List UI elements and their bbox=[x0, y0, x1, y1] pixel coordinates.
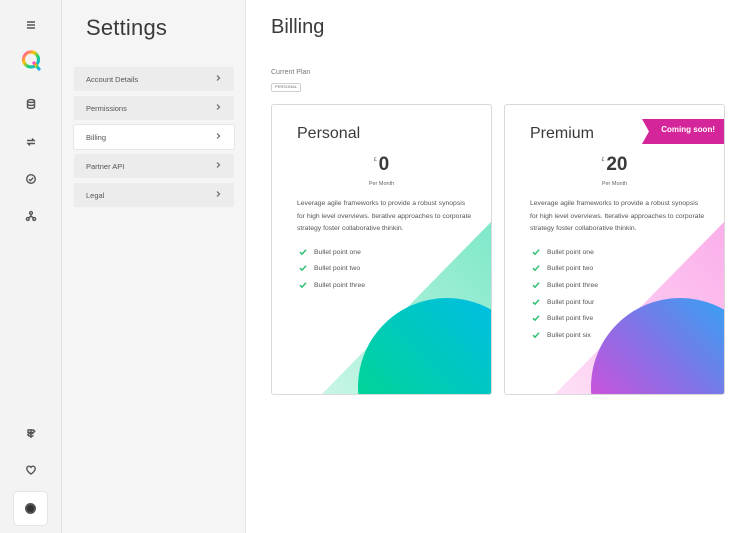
menu-item-legal[interactable]: Legal bbox=[74, 183, 234, 207]
bullet-text: Bullet point four bbox=[547, 298, 595, 306]
check-icon bbox=[299, 264, 308, 273]
list-item: Bullet point six bbox=[532, 327, 598, 344]
chevron-right-icon bbox=[214, 74, 222, 82]
plan-description: Leverage agile frameworks to provide a r… bbox=[530, 200, 705, 232]
menu-item-label: Partner API bbox=[86, 161, 125, 171]
currency-symbol: £ bbox=[601, 157, 605, 163]
plan-name: Personal bbox=[297, 125, 361, 142]
current-plan-label: Current Plan bbox=[271, 69, 311, 76]
list-item: Bullet point three bbox=[299, 277, 365, 294]
plan-description: Leverage agile frameworks to provide a r… bbox=[297, 200, 472, 232]
menu-item-billing[interactable]: Billing bbox=[74, 125, 234, 149]
check-icon bbox=[532, 264, 541, 273]
check-circle-icon[interactable] bbox=[21, 169, 41, 189]
plan-bullets: Bullet point one Bullet point two Bullet… bbox=[532, 244, 598, 344]
list-item: Bullet point one bbox=[532, 244, 598, 261]
list-item: Bullet point two bbox=[299, 261, 365, 278]
menu-item-label: Legal bbox=[86, 190, 105, 200]
bullet-text: Bullet point two bbox=[547, 265, 594, 273]
page-title: Billing bbox=[271, 16, 325, 38]
menu-item-label: Account Details bbox=[86, 74, 139, 84]
bullet-text: Bullet point one bbox=[314, 248, 361, 256]
check-icon bbox=[532, 248, 541, 257]
settings-panel: Settings Account Details Permissions Bil… bbox=[62, 0, 246, 533]
currency-symbol: £ bbox=[373, 157, 377, 163]
bullet-text: Bullet point five bbox=[547, 315, 594, 323]
chevron-right-icon bbox=[214, 103, 222, 111]
current-plan-badge: PERSONAL bbox=[271, 83, 302, 92]
check-icon bbox=[299, 281, 308, 290]
network-icon[interactable] bbox=[21, 206, 41, 226]
plan-card-personal[interactable]: Personal £0 Per Month Leverage agile fra… bbox=[271, 104, 492, 395]
database-icon[interactable] bbox=[21, 94, 41, 114]
coming-soon-ribbon: Coming soon! bbox=[661, 125, 715, 134]
list-item: Bullet point two bbox=[532, 261, 598, 278]
price-amount: 20 bbox=[606, 154, 628, 175]
settings-title: Settings bbox=[86, 15, 168, 40]
menu-item-permissions[interactable]: Permissions bbox=[74, 96, 234, 120]
avatar bbox=[25, 503, 36, 514]
plan-name: Premium bbox=[530, 125, 595, 142]
avatar-button[interactable] bbox=[14, 492, 47, 525]
check-icon bbox=[532, 314, 541, 323]
menu-item-partner-api[interactable]: Partner API bbox=[74, 154, 234, 178]
chevron-right-icon bbox=[214, 190, 222, 198]
plan-price: £0 bbox=[272, 154, 491, 176]
list-item: Bullet point five bbox=[532, 310, 598, 327]
plan-bullets: Bullet point one Bullet point two Bullet… bbox=[299, 244, 365, 294]
list-item: Bullet point one bbox=[299, 244, 365, 261]
chevron-right-icon bbox=[214, 161, 222, 169]
bullet-text: Bullet point two bbox=[314, 265, 361, 273]
icon-rail bbox=[0, 0, 62, 533]
bullet-text: Bullet point one bbox=[547, 248, 594, 256]
plan-card-premium[interactable]: Coming soon! Premium £20 Per Month Lever… bbox=[504, 104, 725, 395]
bullet-text: Bullet point three bbox=[547, 281, 599, 289]
bullet-text: Bullet point three bbox=[314, 281, 366, 289]
list-item: Bullet point four bbox=[532, 294, 598, 311]
heart-icon[interactable] bbox=[21, 460, 41, 480]
price-amount: 0 bbox=[378, 154, 390, 175]
price-period: Per Month bbox=[601, 181, 628, 187]
chevron-right-icon bbox=[214, 132, 222, 140]
price-period: Per Month bbox=[368, 181, 395, 187]
billing-main: Billing Current Plan PERSONAL Personal £… bbox=[246, 0, 750, 533]
check-icon bbox=[532, 331, 541, 340]
menu-item-label: Permissions bbox=[86, 103, 127, 113]
plan-price: £20 bbox=[505, 154, 724, 176]
list-item: Bullet point three bbox=[532, 277, 598, 294]
signpost-icon[interactable] bbox=[21, 423, 41, 443]
check-icon bbox=[299, 248, 308, 257]
menu-item-label: Billing bbox=[86, 132, 107, 142]
check-icon bbox=[532, 298, 541, 307]
transfer-icon[interactable] bbox=[21, 132, 41, 152]
menu-item-account-details[interactable]: Account Details bbox=[74, 67, 234, 91]
bullet-text: Bullet point six bbox=[547, 331, 591, 339]
check-icon bbox=[532, 281, 541, 290]
app-logo bbox=[20, 49, 42, 71]
menu-icon[interactable] bbox=[21, 15, 41, 35]
